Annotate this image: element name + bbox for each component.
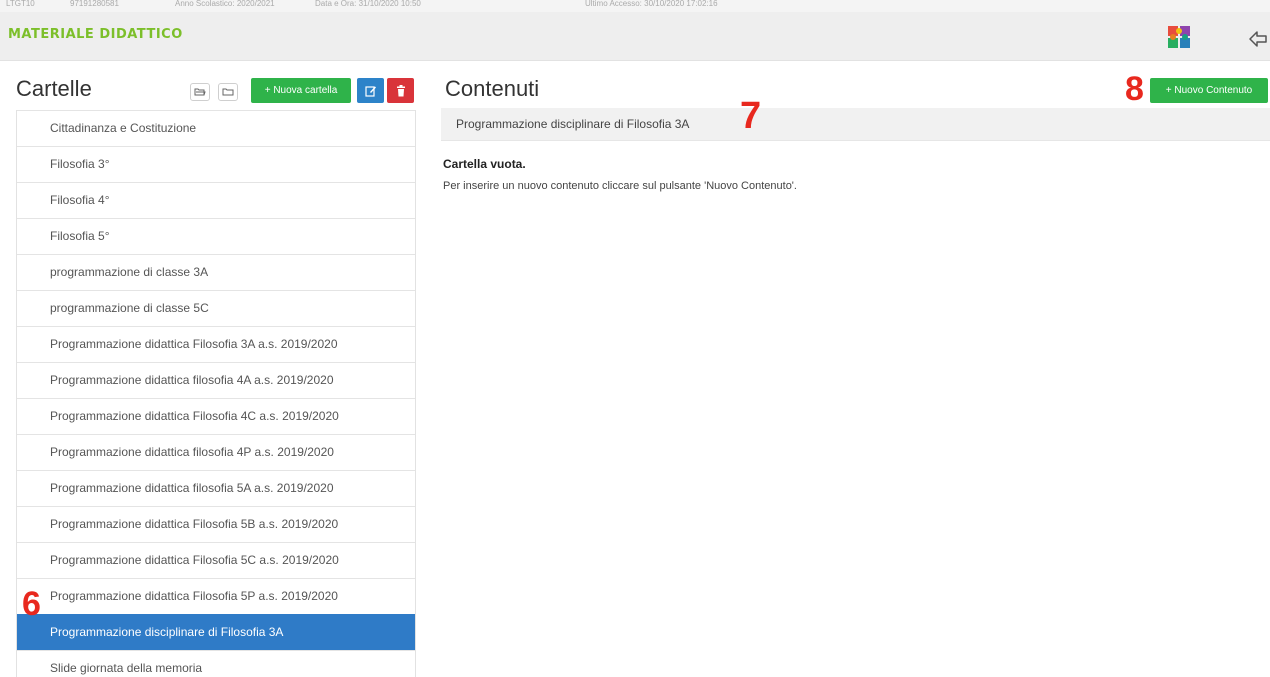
empty-folder-message: Per inserire un nuovo contenuto cliccare… — [443, 180, 797, 192]
module-title: MATERIALE DIDATTICO — [8, 27, 183, 42]
contents-title: Contenuti — [445, 76, 540, 101]
module-bar — [0, 12, 1270, 61]
school-code: LTGT10 — [6, 0, 35, 8]
date-time: Data e Ora: 31/10/2020 10:50 — [315, 0, 421, 8]
school-number: 97191280581 — [70, 0, 119, 8]
folder-item[interactable]: Programmazione didattica filosofia 4A a.… — [17, 362, 415, 398]
annotation-8: 8 — [1125, 70, 1144, 108]
folder-item[interactable]: Programmazione didattica Filosofia 4C a.… — [17, 398, 415, 434]
folder-item-selected[interactable]: Programmazione disciplinare di Filosofia… — [17, 614, 415, 650]
folder-item[interactable]: Filosofia 4° — [17, 182, 415, 218]
edit-folder-button[interactable] — [357, 78, 384, 103]
folder-item[interactable]: Programmazione didattica Filosofia 5B a.… — [17, 506, 415, 542]
new-content-button[interactable]: + Nuovo Contenuto — [1150, 78, 1268, 103]
last-access: Ultimo Accesso: 30/10/2020 17:02:16 — [585, 0, 718, 8]
folder-item[interactable]: Programmazione didattica Filosofia 5C a.… — [17, 542, 415, 578]
folder-item[interactable]: Programmazione didattica filosofia 4P a.… — [17, 434, 415, 470]
folder-item[interactable]: programmazione di classe 3A — [17, 254, 415, 290]
breadcrumb-folder[interactable]: Programmazione disciplinare di Filosofia… — [456, 117, 689, 131]
empty-folder-title: Cartella vuota. — [443, 157, 526, 171]
folder-item[interactable]: Filosofia 3° — [17, 146, 415, 182]
breadcrumb: Programmazione disciplinare di Filosofia… — [441, 108, 1270, 141]
annotation-7: 7 — [740, 95, 762, 137]
back-arrow-icon[interactable] — [1248, 30, 1268, 48]
folder-icon — [222, 88, 234, 96]
trash-icon — [396, 84, 405, 96]
expand-all-button[interactable] — [190, 83, 210, 101]
school-year: Anno Scolastico: 2020/2021 — [175, 0, 275, 8]
folder-item[interactable]: Programmazione didattica Filosofia 3A a.… — [17, 326, 415, 362]
new-folder-button[interactable]: + Nuova cartella — [251, 78, 351, 103]
folder-item[interactable]: Filosofia 5° — [17, 218, 415, 254]
folders-title: Cartelle — [16, 76, 92, 101]
edit-icon — [364, 85, 376, 97]
delete-folder-button[interactable] — [387, 78, 414, 103]
folder-item[interactable]: programmazione di classe 5C — [17, 290, 415, 326]
folder-list: Cittadinanza e Costituzione Filosofia 3°… — [16, 110, 416, 677]
top-info-strip: LTGT10 97191280581 Anno Scolastico: 2020… — [0, 0, 1270, 12]
folder-open-icon — [194, 88, 206, 96]
annotation-6: 6 — [22, 585, 41, 623]
folder-item[interactable]: Programmazione didattica filosofia 5A a.… — [17, 470, 415, 506]
puzzle-icon[interactable] — [1166, 24, 1192, 50]
collapse-all-button[interactable] — [218, 83, 238, 101]
folder-item[interactable]: Slide giornata della memoria — [17, 650, 415, 677]
folder-item[interactable]: Cittadinanza e Costituzione — [17, 110, 415, 146]
folder-item[interactable]: Programmazione didattica Filosofia 5P a.… — [17, 578, 415, 614]
